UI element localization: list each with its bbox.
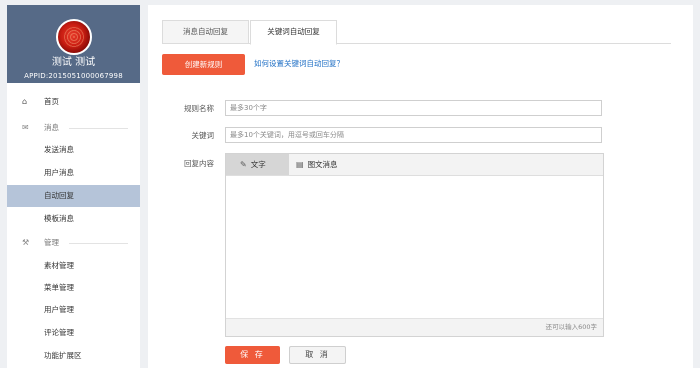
pencil-icon: ✎ <box>240 160 247 169</box>
sidebar-section-title: 消息 <box>44 123 59 132</box>
section-divider <box>69 243 128 244</box>
image-text-icon: ▤ <box>296 160 304 169</box>
sidebar-item-user-messages[interactable]: 用户消息 <box>7 162 140 184</box>
sidebar-item-label: 首页 <box>44 97 59 106</box>
profile-name: 测试 测试 <box>51 57 96 68</box>
keyword-help-link[interactable]: 如何设置关键词自动回复？ <box>254 58 344 69</box>
reply-content-label: 回复内容 <box>184 159 214 168</box>
sidebar-item-label: 功能扩展区 <box>44 351 82 360</box>
editor-tab-label: 文字 <box>250 160 266 169</box>
sidebar-item-material[interactable]: 素材管理 <box>7 255 140 277</box>
create-rule-button[interactable]: 创建新规则 <box>162 54 245 75</box>
tab-message-auto-reply[interactable]: 消息自动回复 <box>162 20 249 44</box>
profile-appid: APPID:2015051000067998 <box>24 72 123 80</box>
sidebar-item-label: 菜单管理 <box>44 283 74 292</box>
section-divider <box>69 128 128 129</box>
editor-tab-text[interactable]: ✎ 文字 <box>226 154 289 175</box>
sidebar-section-messages: ✉ 消息 <box>7 121 140 135</box>
keyword-input[interactable] <box>225 127 602 143</box>
sidebar-item-label: 用户管理 <box>44 305 74 314</box>
sidebar-item-template-messages[interactable]: 模板消息 <box>7 208 140 230</box>
sidebar-item-label: 素材管理 <box>44 261 74 270</box>
sidebar-item-extensions[interactable]: 功能扩展区 <box>7 345 140 367</box>
sidebar-item-send-message[interactable]: 发送消息 <box>7 139 140 161</box>
avatar[interactable] <box>55 19 92 55</box>
sidebar-item-home[interactable]: ⌂ 首页 <box>7 91 140 113</box>
editor-tab-label: 图文消息 <box>307 160 338 169</box>
sidebar-item-label: 评论管理 <box>44 328 74 337</box>
char-counter: 还可以输入600字 <box>226 318 603 336</box>
sidebar-item-label: 模板消息 <box>44 214 74 223</box>
sidebar-section-title: 管理 <box>44 238 59 247</box>
home-icon: ⌂ <box>22 97 28 106</box>
reply-content-textarea[interactable] <box>226 176 603 318</box>
sidebar-item-label: 自动回复 <box>44 191 74 200</box>
tab-keyword-auto-reply[interactable]: 关键词自动回复 <box>250 20 337 45</box>
sidebar: 测试 测试 APPID:2015051000067998 ⌂ 首页 ✉ 消息 发… <box>7 5 140 368</box>
rule-name-label: 规则名称 <box>184 104 214 113</box>
sidebar-item-label: 发送消息 <box>44 145 74 154</box>
sidebar-item-comments[interactable]: 评论管理 <box>7 322 140 344</box>
main-panel: 消息自动回复 关键词自动回复 创建新规则 如何设置关键词自动回复？ 规则名称 关… <box>148 5 693 368</box>
cancel-button[interactable]: 取 消 <box>289 346 346 364</box>
sidebar-item-auto-reply[interactable]: 自动回复 <box>7 185 140 207</box>
editor-tab-news[interactable]: ▤ 图文消息 <box>292 154 362 175</box>
sidebar-item-label: 用户消息 <box>44 168 74 177</box>
save-button[interactable]: 保 存 <box>225 346 280 364</box>
wrench-icon: ⚒ <box>22 238 30 247</box>
profile-header: 测试 测试 APPID:2015051000067998 <box>7 5 140 83</box>
envelope-icon: ✉ <box>22 123 29 132</box>
reply-tabs: 消息自动回复 关键词自动回复 <box>162 20 671 45</box>
keyword-label: 关键词 <box>191 131 215 140</box>
sidebar-item-users[interactable]: 用户管理 <box>7 299 140 321</box>
reply-editor: ✎ 文字 ▤ 图文消息 还可以输入600字 <box>225 153 604 337</box>
sidebar-item-menu[interactable]: 菜单管理 <box>7 277 140 299</box>
editor-toolbar: ✎ 文字 ▤ 图文消息 <box>226 154 603 176</box>
rule-name-input[interactable] <box>225 100 602 116</box>
sidebar-section-manage: ⚒ 管理 <box>7 236 140 250</box>
